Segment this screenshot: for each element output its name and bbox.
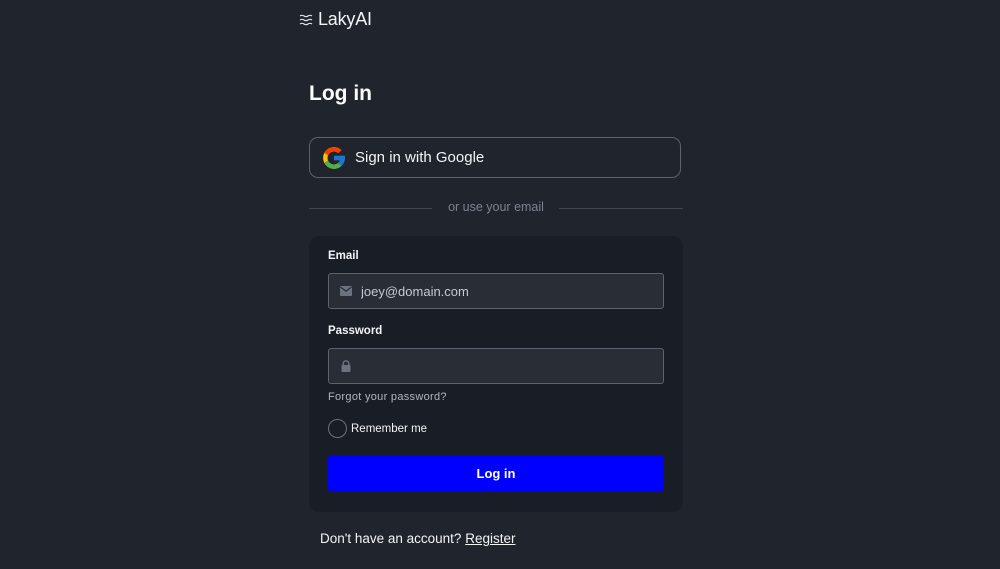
login-button[interactable]: Log in xyxy=(328,455,664,491)
google-logo-icon xyxy=(321,145,347,171)
brand-name: LakyAI xyxy=(318,9,372,29)
login-form-card: Email Password Forgot your password? Rem… xyxy=(309,236,683,512)
remember-me-label: Remember me xyxy=(351,422,428,435)
lock-icon xyxy=(340,360,352,372)
forgot-password-link[interactable]: Forgot your password? xyxy=(328,391,447,403)
page-title: Log in xyxy=(309,82,372,105)
divider-text: or use your email xyxy=(448,200,544,214)
divider-line-right xyxy=(559,208,683,209)
signup-prompt: Don't have an account? Register xyxy=(320,531,515,546)
brand-logo[interactable]: LakyAI xyxy=(299,9,372,30)
envelope-icon xyxy=(340,285,352,297)
waves-icon xyxy=(299,13,313,27)
register-link[interactable]: Register xyxy=(465,531,515,546)
remember-me-toggle[interactable] xyxy=(328,419,347,438)
or-divider: or use your email xyxy=(309,199,683,217)
password-label: Password xyxy=(328,325,383,337)
signup-prompt-text: Don't have an account? xyxy=(320,531,462,546)
google-signin-button[interactable]: Sign in with Google xyxy=(309,137,681,178)
email-label: Email xyxy=(328,250,359,262)
remember-me-checkbox[interactable]: Remember me xyxy=(328,419,427,438)
email-input[interactable] xyxy=(361,283,641,299)
google-signin-label: Sign in with Google xyxy=(355,149,485,166)
password-input[interactable] xyxy=(361,358,641,374)
email-field-wrapper[interactable] xyxy=(328,273,664,309)
password-field-wrapper[interactable] xyxy=(328,348,664,384)
